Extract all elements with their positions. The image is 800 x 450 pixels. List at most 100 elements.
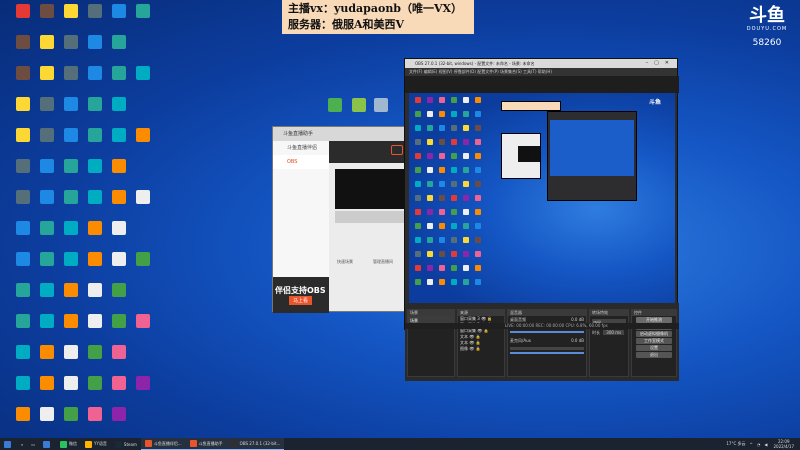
douyu-helper-window[interactable]: 斗鱼直播助手 斗鱼直播伴侣 OBS 伴侣支持OBS 马上看 快速场景 管理直播间 [272, 126, 409, 313]
desktop-icon[interactable] [58, 374, 84, 402]
controls-dock[interactable]: 控件 开始推流 开始录制 启动虚拟摄像机 工作室模式 设置 退出 [631, 309, 677, 377]
desktop-icon[interactable] [34, 64, 60, 92]
desktop-icon[interactable] [34, 343, 60, 371]
desktop-icon[interactable] [58, 95, 84, 123]
virtual-camera-button[interactable]: 启动虚拟摄像机 [636, 331, 672, 337]
desktop-icon[interactable] [58, 312, 84, 340]
desktop-icon[interactable] [82, 250, 108, 278]
desktop-icon[interactable] [82, 95, 108, 123]
desktop-icon[interactable] [82, 33, 108, 61]
desktop-icon[interactable] [10, 281, 36, 309]
tray-chevron-icon[interactable]: ^ [750, 442, 753, 447]
desktop-icon[interactable] [106, 2, 132, 30]
desktop-icon[interactable] [82, 188, 108, 216]
desktop-icon[interactable] [106, 126, 132, 154]
taskbar-app[interactable]: YY语音 [81, 438, 111, 450]
desktop-icon[interactable] [106, 343, 132, 371]
desktop-icon[interactable] [34, 2, 60, 30]
window-controls[interactable]: –▢✕ [646, 59, 675, 68]
desktop-icon[interactable] [10, 312, 36, 340]
desktop-icon[interactable] [10, 188, 36, 216]
network-icon[interactable]: ◔ [757, 442, 761, 447]
start-button[interactable] [0, 438, 17, 450]
desktop-icon[interactable] [58, 219, 84, 247]
desktop-icon[interactable] [106, 374, 132, 402]
taskbar-app[interactable]: 微信 [56, 438, 81, 450]
desktop-icon[interactable] [130, 126, 156, 154]
desktop-icon[interactable] [34, 219, 60, 247]
desktop-icon[interactable] [58, 126, 84, 154]
desktop-icon[interactable] [10, 33, 36, 61]
search-icon[interactable]: ⌕ [17, 438, 27, 450]
quick-scene-link[interactable]: 快速场景 [337, 259, 353, 265]
obs-menubar[interactable]: 文件(F) 编辑(E) 视图(V) 停靠部件(D) 配置文件(P) 场景集合(S… [405, 68, 677, 76]
desktop-icon[interactable] [106, 33, 132, 61]
desktop-icon[interactable] [58, 64, 84, 92]
volume-slider[interactable] [510, 352, 584, 354]
sources-dock[interactable]: 来源 窗口采集 3 👁 🔒窗口采集 2 👁 🔒窗口采集 👁 🔒文本 👁 🔒文本 … [457, 309, 505, 377]
nav-item-companion[interactable]: 斗鱼直播伴侣 [273, 141, 329, 155]
desktop-icon[interactable] [106, 64, 132, 92]
desktop-icon[interactable] [34, 312, 60, 340]
desktop-icon[interactable] [58, 405, 84, 433]
desktop-icon[interactable] [106, 312, 132, 340]
desktop-icon[interactable] [130, 2, 156, 30]
desktop-icon[interactable] [58, 33, 84, 61]
taskbar-app[interactable]: OBS 27.0.1 (32-bit... [226, 438, 285, 450]
desktop-icon[interactable] [34, 250, 60, 278]
desktop-icon[interactable] [58, 2, 84, 30]
desktop-icon[interactable] [106, 219, 132, 247]
recycle-bin-icon[interactable] [368, 96, 394, 124]
taskbar-app[interactable]: 斗鱼直播伴侣... [140, 438, 186, 450]
mixer-dock[interactable]: 混音器 桌面音频 0.0 dB 麦克风/Aux 0.0 dB [507, 309, 587, 377]
tv-icon[interactable] [391, 145, 403, 155]
duration-input[interactable]: 300 ms [603, 330, 625, 335]
task-view-icon[interactable]: ▭ [27, 438, 39, 450]
desktop-icon[interactable] [130, 64, 156, 92]
desktop-icon[interactable] [106, 95, 132, 123]
desktop-icon[interactable] [10, 2, 36, 30]
settings-button[interactable]: 设置 [636, 345, 672, 351]
desktop-icon[interactable] [322, 96, 348, 124]
desktop-icon[interactable] [130, 312, 156, 340]
desktop-icon[interactable] [130, 188, 156, 216]
transitions-dock[interactable]: 转场特效 淡出 时长 300 ms [589, 309, 629, 377]
desktop-icon[interactable] [82, 64, 108, 92]
desktop-icon[interactable] [82, 405, 108, 433]
manage-room-link[interactable]: 管理直播间 [373, 259, 393, 265]
desktop-icon[interactable] [10, 95, 36, 123]
desktop-icon[interactable] [106, 157, 132, 185]
taskbar-app[interactable]: 斗鱼直播助手 [185, 438, 227, 450]
desktop-icon[interactable] [10, 157, 36, 185]
desktop-icon[interactable] [106, 250, 132, 278]
desktop-icon[interactable] [82, 312, 108, 340]
desktop-icon[interactable] [58, 343, 84, 371]
volume-slider[interactable] [510, 331, 584, 333]
desktop-icon[interactable] [82, 374, 108, 402]
desktop-icon[interactable] [82, 157, 108, 185]
desktop-icon[interactable] [10, 219, 36, 247]
desktop-icon[interactable] [82, 343, 108, 371]
desktop-icon[interactable] [34, 95, 60, 123]
desktop-icon[interactable] [82, 281, 108, 309]
clock[interactable]: 22:09 2022/4/17 [773, 439, 794, 449]
source-item[interactable]: 图像 👁 🔒 [458, 346, 504, 352]
volume-icon[interactable]: ◀ [764, 442, 767, 447]
desktop-icon[interactable] [106, 405, 132, 433]
taskbar-app[interactable] [39, 438, 56, 450]
scenes-dock[interactable]: 场景 场景 [407, 309, 455, 377]
desktop-icon[interactable] [106, 188, 132, 216]
desktop-icon[interactable] [10, 343, 36, 371]
nav-item-obs[interactable]: OBS [273, 155, 329, 169]
desktop-icon[interactable] [58, 157, 84, 185]
desktop-icon[interactable] [34, 188, 60, 216]
desktop-icon[interactable] [82, 219, 108, 247]
desktop-icon[interactable] [34, 374, 60, 402]
desktop-icon[interactable] [58, 281, 84, 309]
desktop-icon[interactable] [58, 250, 84, 278]
desktop-icon[interactable] [106, 281, 132, 309]
desktop-icon[interactable] [130, 374, 156, 402]
desktop-icon[interactable] [34, 33, 60, 61]
ad-button[interactable]: 马上看 [289, 296, 313, 305]
desktop-icon[interactable] [34, 281, 60, 309]
